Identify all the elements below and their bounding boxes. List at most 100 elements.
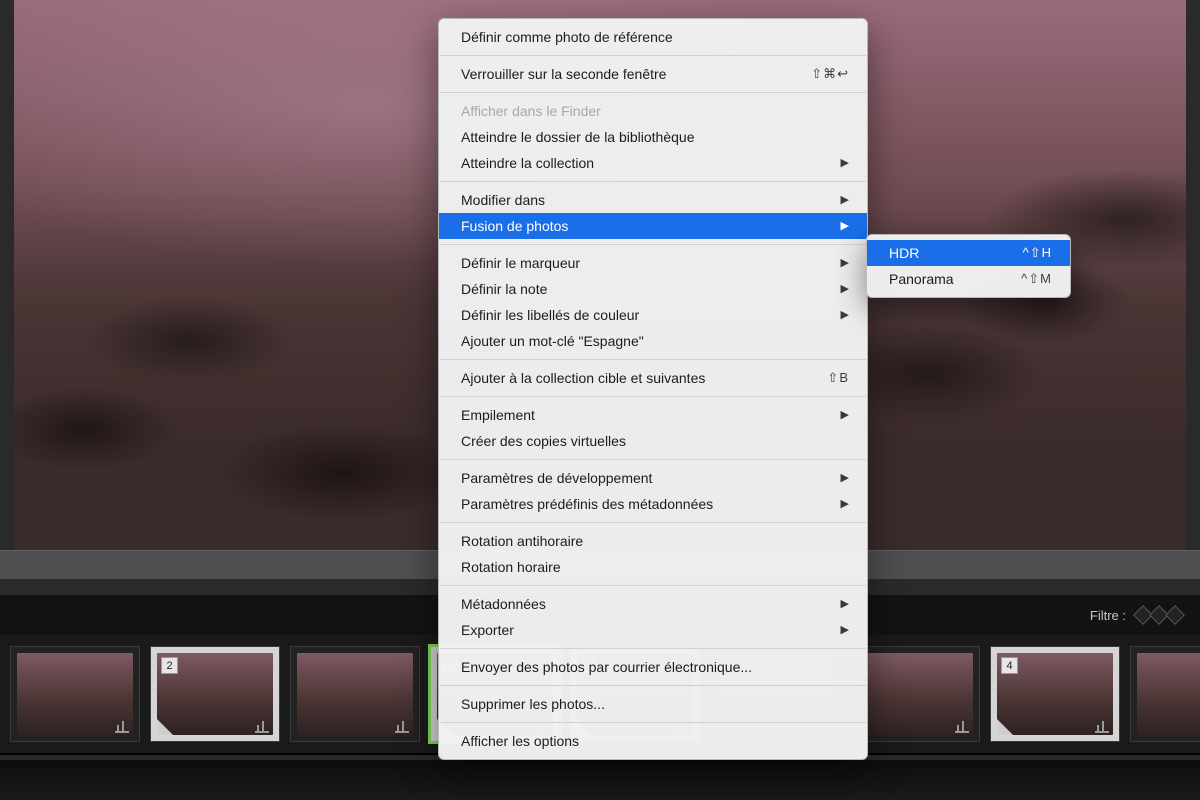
menu-item[interactable]: Atteindre la collection ▶ bbox=[439, 150, 867, 176]
menu-item[interactable]: Ajouter un mot-clé "Espagne" bbox=[439, 328, 867, 354]
filmstrip-thumb[interactable] bbox=[290, 646, 420, 742]
menu-shortcut: ⇧B bbox=[827, 368, 849, 388]
menu-item[interactable]: Verrouiller sur la seconde fenêtre ⇧⌘↩ bbox=[439, 61, 867, 87]
menu-item-label: Modifier dans bbox=[461, 190, 545, 210]
menu-item[interactable]: Envoyer des photos par courrier électron… bbox=[439, 654, 867, 680]
filmstrip-bottom-bar bbox=[0, 760, 1200, 800]
stack-fold-icon bbox=[157, 719, 173, 735]
menu-item-right: ⇧B bbox=[827, 368, 849, 388]
menu-item[interactable]: Rotation antihoraire bbox=[439, 528, 867, 554]
submenu-arrow-icon: ▶ bbox=[841, 305, 849, 325]
menu-item[interactable]: Afficher les options bbox=[439, 728, 867, 754]
menu-item-right: ▶ bbox=[841, 405, 849, 425]
menu-shortcut: ^⇧M bbox=[1021, 269, 1052, 289]
menu-item[interactable]: Définir comme photo de référence bbox=[439, 24, 867, 50]
submenu-arrow-icon: ▶ bbox=[841, 190, 849, 210]
menu-item[interactable]: Métadonnées ▶ bbox=[439, 591, 867, 617]
submenu-item[interactable]: HDR ^⇧H bbox=[867, 240, 1070, 266]
filmstrip-thumb[interactable] bbox=[850, 646, 980, 742]
submenu-arrow-icon: ▶ bbox=[841, 153, 849, 173]
menu-item-label: Paramètres de développement bbox=[461, 468, 652, 488]
menu-item[interactable]: Définir la note ▶ bbox=[439, 276, 867, 302]
menu-item-right: ▶ bbox=[841, 253, 849, 273]
submenu-arrow-icon: ▶ bbox=[841, 216, 849, 236]
menu-item-label: Créer des copies virtuelles bbox=[461, 431, 626, 451]
menu-item-label: Rotation antihoraire bbox=[461, 531, 583, 551]
menu-item-right: ▶ bbox=[841, 190, 849, 210]
menu-item-label: Définir les libellés de couleur bbox=[461, 305, 639, 325]
menu-item-right: ▶ bbox=[841, 494, 849, 514]
menu-separator bbox=[440, 92, 866, 93]
menu-item-label: Paramètres prédéfinis des métadonnées bbox=[461, 494, 713, 514]
menu-item-label: Atteindre la collection bbox=[461, 153, 594, 173]
submenu-arrow-icon: ▶ bbox=[841, 494, 849, 514]
stack-count-badge: 2 bbox=[161, 657, 178, 674]
menu-item-right: ▶ bbox=[841, 620, 849, 640]
photo-merge-submenu[interactable]: HDR ^⇧H Panorama ^⇧M bbox=[866, 234, 1071, 298]
filmstrip-thumb[interactable]: 4 bbox=[990, 646, 1120, 742]
menu-item[interactable]: Définir le marqueur ▶ bbox=[439, 250, 867, 276]
filter-label: Filtre : bbox=[1090, 608, 1126, 623]
menu-item[interactable]: Paramètres prédéfinis des métadonnées ▶ bbox=[439, 491, 867, 517]
submenu-arrow-icon: ▶ bbox=[841, 620, 849, 640]
menu-separator bbox=[440, 585, 866, 586]
submenu-arrow-icon: ▶ bbox=[841, 594, 849, 614]
filter-flags[interactable] bbox=[1136, 608, 1182, 622]
menu-separator bbox=[440, 648, 866, 649]
menu-item: Afficher dans le Finder bbox=[439, 98, 867, 124]
stack-fold-icon bbox=[997, 719, 1013, 735]
submenu-item[interactable]: Panorama ^⇧M bbox=[867, 266, 1070, 292]
menu-item-right: ▶ bbox=[841, 279, 849, 299]
menu-item-label: Atteindre le dossier de la bibliothèque bbox=[461, 127, 695, 147]
adjustments-icon bbox=[1095, 723, 1109, 733]
menu-shortcut: ^⇧H bbox=[1023, 243, 1052, 263]
menu-item-label: Fusion de photos bbox=[461, 216, 568, 236]
submenu-arrow-icon: ▶ bbox=[841, 253, 849, 273]
menu-separator bbox=[440, 359, 866, 360]
menu-item[interactable]: Définir les libellés de couleur ▶ bbox=[439, 302, 867, 328]
submenu-arrow-icon: ▶ bbox=[841, 468, 849, 488]
menu-item-label: Verrouiller sur la seconde fenêtre bbox=[461, 64, 666, 84]
menu-item-right: ▶ bbox=[841, 594, 849, 614]
menu-separator bbox=[440, 722, 866, 723]
menu-item-label: Ajouter un mot-clé "Espagne" bbox=[461, 331, 644, 351]
menu-item-label: Métadonnées bbox=[461, 594, 546, 614]
menu-item[interactable]: Rotation horaire bbox=[439, 554, 867, 580]
menu-item-label: Exporter bbox=[461, 620, 514, 640]
menu-item-right: ▶ bbox=[841, 216, 849, 236]
menu-item-right: ▶ bbox=[841, 305, 849, 325]
menu-separator bbox=[440, 244, 866, 245]
filmstrip-thumb[interactable]: 2 bbox=[150, 646, 280, 742]
menu-shortcut: ⇧⌘↩ bbox=[811, 64, 849, 84]
menu-item[interactable]: Fusion de photos ▶ bbox=[439, 213, 867, 239]
menu-item[interactable]: Supprimer les photos... bbox=[439, 691, 867, 717]
menu-separator bbox=[440, 396, 866, 397]
submenu-item-label: Panorama bbox=[889, 269, 954, 289]
menu-item-label: Rotation horaire bbox=[461, 557, 561, 577]
submenu-item-label: HDR bbox=[889, 243, 919, 263]
adjustments-icon bbox=[955, 723, 969, 733]
menu-item[interactable]: Empilement▶ bbox=[439, 402, 867, 428]
stack-count-badge: 4 bbox=[1001, 657, 1018, 674]
menu-item-right: ▶ bbox=[841, 468, 849, 488]
menu-item-label: Définir comme photo de référence bbox=[461, 27, 673, 47]
filmstrip-thumb[interactable] bbox=[10, 646, 140, 742]
menu-item-label: Définir la note bbox=[461, 279, 547, 299]
menu-item-label: Définir le marqueur bbox=[461, 253, 580, 273]
menu-item[interactable]: Atteindre le dossier de la bibliothèque bbox=[439, 124, 867, 150]
filter-diamond-icon[interactable] bbox=[1165, 605, 1185, 625]
thumb-image bbox=[1137, 653, 1200, 735]
submenu-arrow-icon: ▶ bbox=[841, 405, 849, 425]
filmstrip-thumb[interactable] bbox=[1130, 646, 1200, 742]
menu-item[interactable]: Ajouter à la collection cible et suivant… bbox=[439, 365, 867, 391]
menu-item-label: Afficher les options bbox=[461, 731, 579, 751]
menu-item[interactable]: Paramètres de développement ▶ bbox=[439, 465, 867, 491]
menu-item-label: Ajouter à la collection cible et suivant… bbox=[461, 368, 705, 388]
menu-item[interactable]: Exporter ▶ bbox=[439, 617, 867, 643]
menu-item[interactable]: Modifier dans ▶ bbox=[439, 187, 867, 213]
adjustments-icon bbox=[255, 723, 269, 733]
menu-separator bbox=[440, 459, 866, 460]
context-menu[interactable]: Définir comme photo de référence Verrouil… bbox=[438, 18, 868, 760]
submenu-arrow-icon: ▶ bbox=[841, 279, 849, 299]
menu-item[interactable]: Créer des copies virtuelles bbox=[439, 428, 867, 454]
